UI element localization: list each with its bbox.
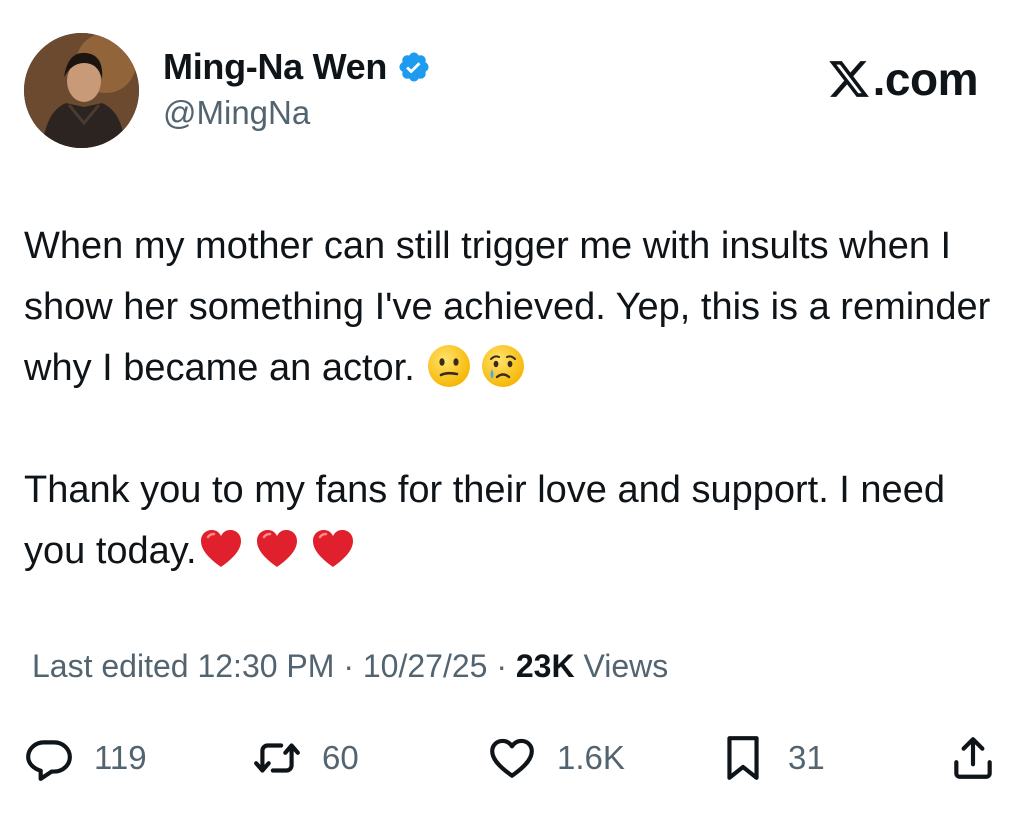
- tweet-paragraph-2-text: Thank you to my fans for their love and …: [24, 469, 945, 572]
- brand-domain-label: .com: [872, 53, 979, 105]
- avatar[interactable]: [24, 33, 139, 148]
- reply-count: 119: [94, 739, 147, 776]
- verified-badge-icon[interactable]: [397, 50, 431, 84]
- tweet-action-bar: 119 60 1.6K 31: [0, 728, 1024, 788]
- views-count: 23K: [515, 648, 575, 684]
- tweet-paragraph-2: Thank you to my fans for their love and …: [24, 460, 1004, 582]
- repost-button[interactable]: 60: [252, 728, 359, 788]
- crying-face-emoji-icon: [482, 345, 525, 387]
- author-name-row: Ming-Na Wen: [163, 44, 431, 90]
- x-brand-logo: .com: [827, 52, 979, 106]
- views-label: Views: [574, 648, 669, 684]
- repost-icon: [254, 743, 300, 773]
- author-handle[interactable]: @MingNa: [163, 94, 310, 132]
- x-logo-icon: [828, 61, 869, 97]
- confused-face-emoji-icon: [428, 345, 471, 387]
- tweet-paragraph-1: When my mother can still trigger me with…: [24, 216, 1004, 399]
- edited-timestamp[interactable]: Last edited 12:30 PM · 10/27/25 ·: [32, 648, 516, 684]
- tweet-meta: Last edited 12:30 PM · 10/27/25 · 23K Vi…: [32, 648, 668, 685]
- red-heart-emoji-icon: [200, 530, 241, 567]
- bookmark-count: 31: [788, 739, 825, 776]
- like-count: 1.6K: [557, 739, 625, 776]
- like-button[interactable]: 1.6K: [487, 728, 625, 788]
- avatar-image: [24, 33, 139, 148]
- author-display-name[interactable]: Ming-Na Wen: [163, 46, 387, 88]
- tweet-text: When my mother can still trigger me with…: [24, 216, 1004, 582]
- red-heart-emoji-icon: [312, 530, 353, 567]
- reply-button[interactable]: 119: [24, 728, 147, 788]
- share-button[interactable]: [948, 728, 998, 788]
- repost-count: 60: [322, 739, 359, 776]
- red-heart-emoji-icon: [256, 530, 297, 567]
- heart-icon: [490, 738, 534, 778]
- bookmark-button[interactable]: 31: [718, 728, 825, 788]
- bookmark-icon: [727, 736, 759, 780]
- share-icon: [954, 737, 992, 779]
- reply-icon: [26, 740, 72, 781]
